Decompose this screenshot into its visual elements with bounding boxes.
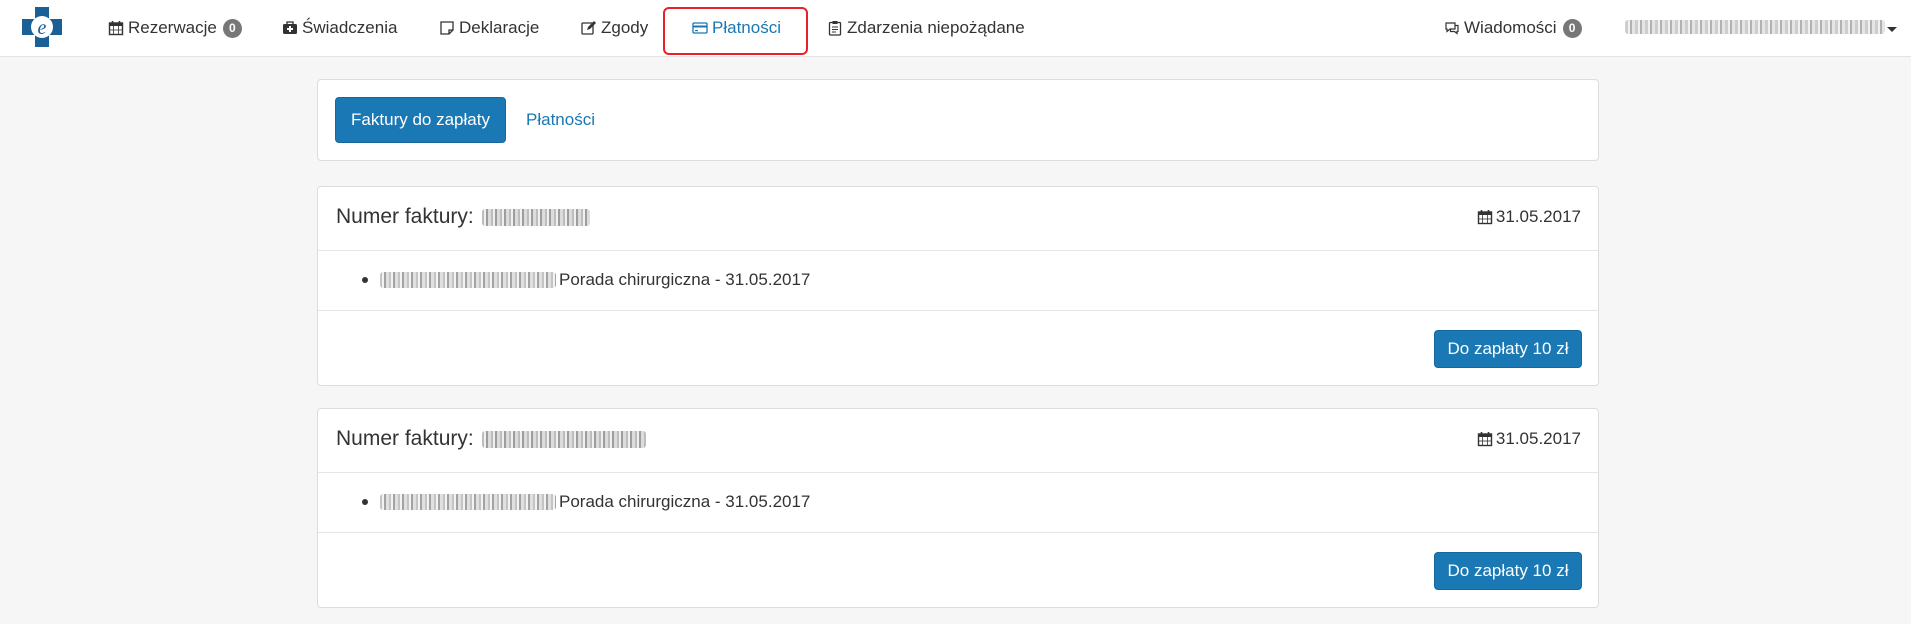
payments-tabs-panel: Faktury do zapłaty Płatności xyxy=(317,79,1599,161)
invoice-date: 31.05.2017 xyxy=(1477,429,1581,449)
pay-button[interactable]: Do zapłaty 10 zł xyxy=(1434,552,1582,590)
list-bullet xyxy=(362,277,368,283)
invoice-header: Numer faktury: 31.05.2017 xyxy=(318,187,1598,251)
invoice-items: Porada chirurgiczna - 31.05.2017 xyxy=(318,473,1598,533)
nav-zdarzenia-niepozadane[interactable]: Zdarzenia niepożądane xyxy=(827,0,1025,56)
calendar-icon xyxy=(1477,210,1493,225)
invoice-item-text: Porada chirurgiczna - 31.05.2017 xyxy=(559,270,811,289)
invoice-item-text: Porada chirurgiczna - 31.05.2017 xyxy=(559,492,811,511)
pay-button[interactable]: Do zapłaty 10 zł xyxy=(1434,330,1582,368)
top-navbar: e Rezerwacje 0 Świadczenia Deklaracje Zg… xyxy=(0,0,1911,57)
invoice-header: Numer faktury: 31.05.2017 xyxy=(318,409,1598,473)
nav-rezerwacje[interactable]: Rezerwacje 0 xyxy=(108,0,242,56)
invoice-card: Numer faktury: 31.05.2017 Porada chirurg… xyxy=(317,408,1599,608)
invoice-number-label: Numer faktury: xyxy=(336,427,474,450)
list-bullet xyxy=(362,499,368,505)
rezerwacje-count-badge: 0 xyxy=(222,18,242,38)
user-menu-name[interactable] xyxy=(1625,20,1885,34)
invoice-number-label: Numer faktury: xyxy=(336,205,474,228)
calendar-icon xyxy=(108,20,124,36)
svg-text:e: e xyxy=(38,17,47,39)
tab-platnosci[interactable]: Płatności xyxy=(526,110,595,130)
sticky-note-icon xyxy=(439,20,455,36)
credit-card-icon xyxy=(692,20,708,36)
calendar-icon xyxy=(1477,432,1493,447)
nav-platnosci-label: Płatności xyxy=(712,18,781,37)
nav-swiadczenia-label: Świadczenia xyxy=(302,18,398,37)
invoice-items: Porada chirurgiczna - 31.05.2017 xyxy=(318,251,1598,311)
nav-zdarzenia-label: Zdarzenia niepożądane xyxy=(847,18,1025,37)
invoice-date-value: 31.05.2017 xyxy=(1495,429,1581,448)
nav-wiadomosci[interactable]: Wiadomości 0 xyxy=(1444,0,1582,56)
invoice-date: 31.05.2017 xyxy=(1477,207,1581,227)
nav-platnosci[interactable]: Płatności xyxy=(692,0,781,56)
invoice-number-redacted xyxy=(482,209,590,226)
invoice-number-redacted xyxy=(482,431,646,448)
app-logo[interactable]: e xyxy=(20,5,64,49)
invoice-card: Numer faktury: 31.05.2017 Porada chirurg… xyxy=(317,186,1599,386)
nav-deklaracje-label: Deklaracje xyxy=(459,18,540,37)
nav-zgody-label: Zgody xyxy=(601,18,649,37)
patient-name-redacted xyxy=(380,272,556,288)
messages-count-badge: 0 xyxy=(1562,18,1582,38)
invoice-date-value: 31.05.2017 xyxy=(1495,207,1581,226)
edit-icon xyxy=(581,20,597,36)
clipboard-icon xyxy=(827,20,843,36)
medkit-icon xyxy=(282,20,298,36)
nav-wiadomosci-label: Wiadomości xyxy=(1464,18,1557,37)
comments-icon xyxy=(1444,20,1460,36)
user-menu-caret-icon[interactable] xyxy=(1887,27,1897,32)
nav-rezerwacje-label: Rezerwacje xyxy=(128,18,217,37)
nav-zgody[interactable]: Zgody xyxy=(581,0,648,56)
nav-deklaracje[interactable]: Deklaracje xyxy=(439,0,539,56)
patient-name-redacted xyxy=(380,494,556,510)
nav-swiadczenia[interactable]: Świadczenia xyxy=(282,0,397,56)
tab-faktury-do-zaplaty[interactable]: Faktury do zapłaty xyxy=(335,97,506,143)
